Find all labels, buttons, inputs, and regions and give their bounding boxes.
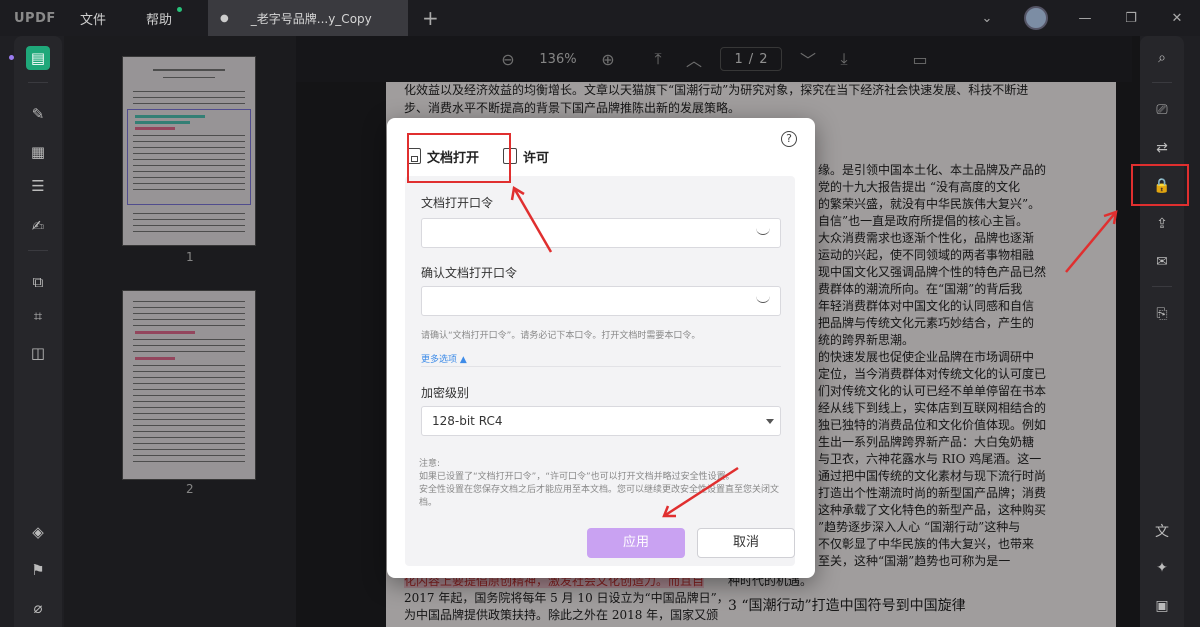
encryption-level-value: 128-bit RC4 [432, 414, 503, 428]
security-dialog: 文档打开 许可 ? 文档打开口令 确认文档打开口令 请确认“文档打开口令”。请务… [387, 118, 815, 578]
confirm-password-input[interactable] [421, 286, 781, 316]
avatar[interactable] [1024, 6, 1048, 30]
eye-hidden-icon[interactable] [756, 227, 770, 235]
open-password-input[interactable] [421, 218, 781, 248]
menu-file[interactable]: 文件 [66, 9, 120, 28]
more-options-link[interactable]: 更多选项 ▲ [421, 352, 467, 365]
more-options-label: 更多选项 [421, 355, 458, 365]
translate-icon[interactable]: 文 [1150, 520, 1174, 544]
notification-dot [177, 6, 183, 12]
bookmark-icon[interactable]: ⚑ [26, 558, 50, 582]
security-note: 注意: 如果已设置了“文档打开口令”，“许可口令”也可以打开文档并略过安全性设置… [419, 458, 787, 510]
chevron-down-icon [766, 419, 774, 424]
menu-help[interactable]: 帮助 [132, 6, 186, 28]
ocr-icon[interactable]: ⎚ [1150, 98, 1174, 122]
convert-icon[interactable]: ⇄ [1150, 136, 1174, 160]
help-icon[interactable]: ? [781, 131, 797, 147]
password-hint: 请确认“文档打开口令”。请务必记下本口令。打开文档时需要本口令。 [421, 331, 701, 341]
crop-icon[interactable]: ⌗ [26, 304, 50, 328]
annotation-box-protect-icon [1131, 164, 1189, 206]
tab-modified-icon: ● [220, 12, 229, 24]
reader-icon[interactable]: ▤ [26, 46, 50, 70]
tab-permission-label: 许可 [523, 150, 550, 166]
encryption-level-label: 加密级别 [421, 386, 470, 400]
add-tab-button[interactable]: + [422, 6, 439, 30]
attachment-icon[interactable]: ⌀ [26, 596, 50, 620]
chevron-down-icon[interactable]: ⌄ [964, 11, 1010, 26]
document-tab[interactable]: ● _老字号品牌...y_Copy [208, 0, 409, 36]
comment-icon[interactable]: ✎ [26, 102, 50, 126]
layers-icon[interactable]: ◈ [26, 520, 50, 544]
share-icon[interactable]: ⇪ [1150, 212, 1174, 236]
title-bar: UPDF 文件 帮助 ● _老字号品牌...y_Copy + ⌄ — ❐ ✕ [0, 0, 1200, 36]
menu-help-label: 帮助 [146, 12, 173, 28]
apply-button[interactable]: 应用 [587, 528, 685, 558]
form-icon[interactable]: ☰ [26, 174, 50, 198]
note-title: 注意: [419, 459, 441, 469]
app-logo: UPDF [14, 10, 56, 26]
search-icon[interactable]: ⌕ [1150, 46, 1174, 70]
chat-icon[interactable]: ▣ [1150, 594, 1174, 618]
note-line: 档。 [419, 498, 438, 508]
tab-title: _老字号品牌...y_Copy [250, 11, 372, 26]
cancel-button[interactable]: 取消 [697, 528, 795, 558]
caret-up-icon: ▲ [459, 355, 467, 365]
ai-assistant-icon[interactable]: ✦ [1150, 556, 1174, 580]
left-tool-rail: ▤ ✎ ▦ ☰ ✍ ⧉ ⌗ ◫ ◈ ⚑ ⌀ [14, 36, 62, 627]
note-line: 如果已设置了“文档打开口令”，“许可口令”也可以打开文档并略过安全性设置。 [419, 472, 735, 482]
minimize-icon[interactable]: — [1062, 11, 1108, 26]
page-tools-icon[interactable]: ◫ [26, 341, 50, 365]
restore-icon[interactable]: ❐ [1108, 11, 1154, 26]
save-icon[interactable]: ⎘ [1150, 302, 1174, 326]
eye-hidden-icon[interactable] [756, 295, 770, 303]
email-icon[interactable]: ✉ [1150, 250, 1174, 274]
confirm-password-label: 确认文档打开口令 [421, 266, 518, 280]
annotation-box-open-tab [407, 133, 511, 183]
encryption-level-select[interactable]: 128-bit RC4 [421, 406, 781, 436]
note-line: 安全性设置在您保存文档之后才能应用至本文档。您可以继续更改安全性设置直至您关闭文 [419, 485, 780, 495]
sign-icon[interactable]: ✍ [26, 214, 50, 238]
edit-pdf-icon[interactable]: ▦ [26, 140, 50, 164]
organize-pages-icon[interactable]: ⧉ [26, 270, 50, 294]
open-password-label: 文档打开口令 [421, 196, 494, 210]
right-tool-rail: ⌕ ⎚ ⇄ 🔒 ⇪ ✉ ⎘ 文 ✦ ▣ [1140, 36, 1184, 627]
close-icon[interactable]: ✕ [1154, 11, 1200, 26]
